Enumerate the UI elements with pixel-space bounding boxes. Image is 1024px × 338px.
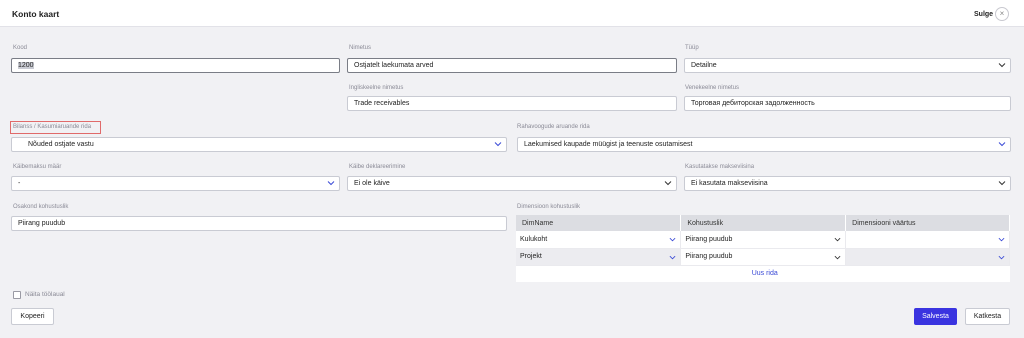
- chevron-down-icon: [998, 254, 1005, 261]
- chevron-down-icon: [669, 236, 676, 243]
- vene-input[interactable]: Торговая дебиторская задолженность: [684, 96, 1011, 111]
- chevron-down-icon: [998, 236, 1005, 243]
- kaibe-dekl-label: Käibe deklareerimine: [349, 164, 406, 170]
- kood-input[interactable]: 1200: [11, 58, 340, 73]
- dimension-label: Dimensioon kohustuslik: [517, 204, 581, 210]
- kohustuslik-value: Piirang puudub: [685, 253, 733, 260]
- chevron-down-icon: [494, 140, 502, 148]
- copy-button[interactable]: Kopeeri: [11, 308, 54, 325]
- nimetus-input[interactable]: Ostjatelt laekumata arved: [347, 58, 677, 73]
- chevron-down-icon: [834, 236, 841, 243]
- close-icon[interactable]: ×: [995, 7, 1009, 21]
- table-row: Projekt Piirang puudub: [516, 248, 1010, 266]
- chevron-down-icon: [669, 254, 676, 261]
- table-header: DimName Kohustuslik Dimensiooni väärtus: [516, 215, 1010, 231]
- dimname-select[interactable]: Projekt: [516, 248, 682, 266]
- kaibemaks-label: Käibemaksu määr: [13, 164, 62, 170]
- column-header: DimName: [516, 215, 682, 231]
- inglise-input[interactable]: Trade receivables: [347, 96, 677, 111]
- dimname-select[interactable]: Kulukoht: [516, 231, 682, 249]
- nimetus-value: Ostjatelt laekumata arved: [354, 62, 434, 69]
- dimname-value: Kulukoht: [520, 235, 548, 243]
- kaibemaks-value: -: [18, 180, 21, 187]
- kood-value: 1200: [18, 62, 34, 69]
- maksevii-label: Kasutatakse makseviisina: [685, 164, 755, 170]
- show-on-dashboard-checkbox[interactable]: [13, 291, 21, 299]
- table-row: Kulukoht Piirang puudub: [516, 231, 1010, 249]
- page-title: Konto kaart: [12, 9, 60, 19]
- cancel-button[interactable]: Katkesta: [965, 308, 1010, 325]
- rahavoog-label: Rahavoogude aruande rida: [517, 124, 590, 130]
- kaibe-dekl-value: Ei ole käive: [354, 180, 390, 187]
- dimension-value-select[interactable]: [845, 231, 1010, 249]
- dimname-value: Projekt: [520, 253, 542, 260]
- tyyp-value: Detailne: [691, 62, 717, 69]
- maksevii-select[interactable]: Ei kasutata makseviisina: [684, 176, 1011, 191]
- add-row-link[interactable]: Uus rida: [516, 265, 1010, 282]
- checkbox-label: Näita töölaual: [25, 291, 65, 298]
- vene-label: Venekeelne nimetus: [685, 85, 740, 91]
- osakond-value: Piirang puudub: [18, 220, 66, 227]
- table-add-row: Uus rida: [516, 265, 1010, 282]
- chevron-down-icon: [998, 61, 1006, 69]
- inglise-label: Ingliskeelne nimetus: [349, 85, 404, 91]
- kohustuslik-select[interactable]: Piirang puudub: [680, 231, 847, 249]
- bilanss-select[interactable]: Nõuded ostjate vastu: [11, 137, 507, 152]
- close-label[interactable]: Sulge: [974, 11, 993, 18]
- nimetus-label: Nimetus: [349, 45, 372, 51]
- tyyp-label: Tüüp: [685, 45, 699, 51]
- kohustuslik-value: Piirang puudub: [685, 235, 733, 243]
- bilanss-label: Bilanss / Kasumiaruande rida: [13, 124, 92, 130]
- maksevii-value: Ei kasutata makseviisina: [691, 180, 768, 187]
- save-button[interactable]: Salvesta: [914, 308, 957, 325]
- chevron-down-icon: [998, 179, 1006, 187]
- tyyp-select[interactable]: Detailne: [684, 58, 1011, 73]
- dimension-table: DimName Kohustuslik Dimensiooni väärtus …: [516, 215, 1010, 282]
- osakond-select[interactable]: Piirang puudub: [11, 216, 507, 231]
- bilanss-value: Nõuded ostjate vastu: [28, 141, 94, 148]
- dimension-value-select[interactable]: [845, 248, 1010, 266]
- kaibemaks-select[interactable]: -: [11, 176, 340, 191]
- chevron-down-icon: [998, 140, 1006, 148]
- inglise-value: Trade receivables: [354, 100, 410, 107]
- kaibe-dekl-select[interactable]: Ei ole käive: [347, 176, 677, 191]
- chevron-down-icon: [834, 254, 841, 261]
- rahavoog-select[interactable]: Laekumised kaupade müügist ja teenuste o…: [517, 137, 1011, 152]
- vene-value: Торговая дебиторская задолженность: [691, 100, 815, 107]
- chevron-down-icon: [327, 179, 335, 187]
- rahavoog-value: Laekumised kaupade müügist ja teenuste o…: [524, 141, 693, 148]
- modal-header: Konto kaart Sulge ×: [0, 0, 1024, 27]
- column-header: Dimensiooni väärtus: [845, 215, 1010, 231]
- kood-label: Kood: [13, 45, 28, 51]
- kohustuslik-select[interactable]: Piirang puudub: [680, 248, 847, 266]
- chevron-down-icon: [664, 179, 672, 187]
- column-header: Kohustuslik: [680, 215, 847, 231]
- osakond-label: Osakond kohustuslik: [13, 204, 69, 210]
